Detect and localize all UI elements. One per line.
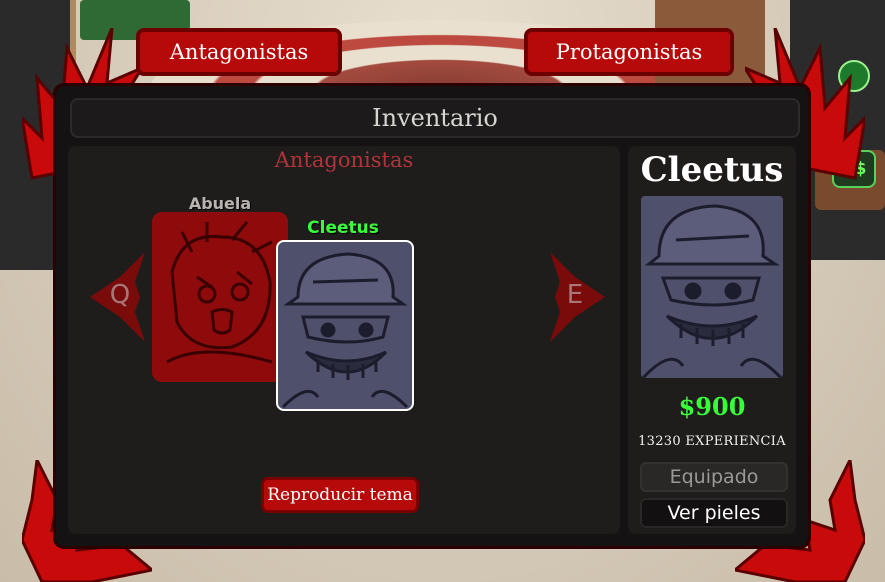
section-heading: Antagonistas (274, 148, 414, 172)
previous-key-label: Q (109, 280, 131, 310)
equipped-button[interactable]: Equipado (640, 462, 788, 492)
character-card-abuela[interactable] (152, 212, 288, 382)
cleetus-portrait-icon (281, 252, 409, 409)
abuela-portrait-icon (166, 221, 273, 364)
next-character-button[interactable]: E (545, 252, 605, 342)
next-key-label: E (566, 280, 584, 310)
character-detail-panel: Cleetus $900 13230 EXPERIENCIA Equipado … (628, 146, 796, 534)
tab-protagonists[interactable]: Protagonistas (528, 32, 730, 72)
previous-character-button[interactable]: Q (90, 252, 150, 342)
character-experience: 13230 EXPERIENCIA (638, 434, 786, 449)
tab-antagonists[interactable]: Antagonistas (140, 32, 338, 72)
character-price: $900 (678, 392, 746, 421)
character-card-cleetus[interactable] (276, 240, 414, 411)
card-label-cleetus: Cleetus (307, 218, 379, 238)
selected-character-name: Cleetus (640, 150, 784, 190)
inventory-title: Inventario (70, 98, 800, 138)
selected-character-portrait (641, 196, 783, 378)
cleetus-large-portrait-icon (641, 204, 783, 378)
play-theme-button[interactable]: Reproducir tema (264, 480, 416, 510)
view-skins-button[interactable]: Ver pieles (640, 498, 788, 528)
card-label-abuela: Abuela (188, 194, 252, 213)
